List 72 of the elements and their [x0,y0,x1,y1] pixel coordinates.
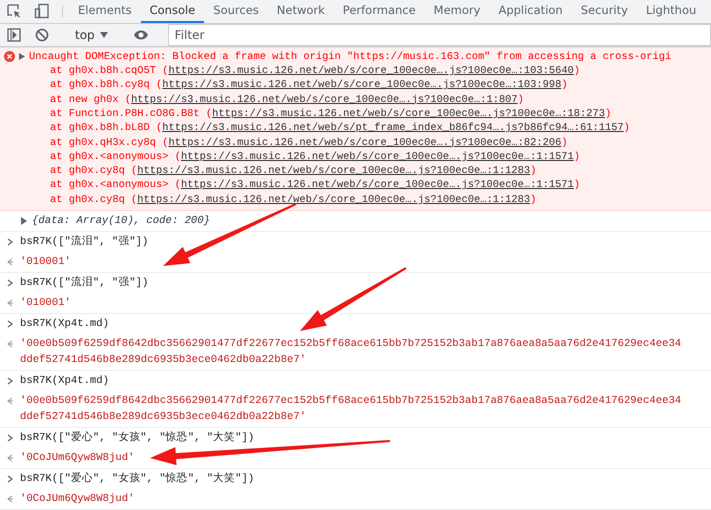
result-arrow-icon [6,453,14,463]
source-link[interactable]: https://s3.music.126.net/web/s/core_100ec0e….js?100ec0e…:82:206 [168,136,562,149]
object-preview-text: {data: Array(10), code: 200} [31,214,210,229]
stack-frame-text: ) [574,179,580,192]
stack-frame-text: at gh0x.b8h.cqO5T ( [50,65,168,78]
result-arrow-icon [6,396,14,406]
stack-frame-text: ) [561,136,568,149]
command-text: bsR7K(["流泪", "强"]) [20,275,148,291]
panel-tab[interactable]: Network [268,0,334,23]
prompt-chevron-icon [6,319,14,329]
stack-frame-text: ) [518,94,524,106]
source-link[interactable]: https://s3.music.126.net/web/s/core_100ec0e….js?100ec0e…:1:1571 [180,150,574,163]
stack-frame-text: ) [574,150,580,163]
caret-icon [100,32,108,38]
stack-frame-text: ) [624,122,630,134]
stack-frame-text: at gh0x.cy8q ( [50,194,138,206]
prompt-chevron-icon [6,376,14,386]
result-text: '00e0b509f6259df8642dbc35662901477df22677ec152b5ff68ace615bb7b725152b3ab17a876aea8a5aa76d2e417629ec4ee34 [20,394,682,409]
error-text: Uncaught DOMException: Blocked a frame with origin "https://music.163.com" from accessing a cross-origi [29,50,672,63]
result-text: '0CoJUm6Qyw8W8jud' [20,451,134,466]
command-text: bsR7K(Xp4t.md) [20,317,110,332]
stack-frame-text: at gh0x.cy8q ( [50,165,138,178]
panel-tab[interactable]: Sources [204,0,268,23]
command-text: bsR7K(["爱心", "女孩", "惊恐", "大笑"]) [20,471,254,487]
panel-tab[interactable]: Memory [424,0,490,23]
result-text: ddef52741d546b8e289dc6935b3ece0462db0a22b8e7' [20,353,308,368]
panel-tab[interactable]: Lighthou [636,0,706,23]
stack-frame-text: at Function.P8H.cO8G.B8t ( [50,108,212,120]
stack-frame-text: at gh0x.<anonymous> ( [50,179,181,192]
expand-triangle-icon[interactable] [19,53,25,60]
expand-triangle-icon[interactable] [20,217,28,225]
source-link[interactable]: https://s3.music.126.net/web/s/core_100ec0e….js?100ec0e…:1:807 [131,94,518,106]
stack-frame-text: at gh0x.<anonymous> ( [50,150,181,163]
panel-tab[interactable]: Security [572,0,637,23]
stack-frame-text: ) [530,165,536,178]
panel-tab[interactable]: Performance [334,0,425,23]
panel-tab[interactable]: Application [489,0,572,23]
panel-tab[interactable]: Elements [69,0,141,23]
result-text: '0CoJUm6Qyw8W8jud' [20,492,134,507]
stack-frame-text: ) [530,194,536,206]
result-text: ddef52741d546b8e289dc6935b3ece0462db0a22b8e7' [20,410,308,425]
stack-frame-text: at gh0x.b8h.cy8q ( [50,79,162,92]
result-text: '010001' [20,255,71,270]
result-arrow-icon [6,494,14,504]
source-link[interactable]: https://s3.music.126.net/web/s/core_100ec0e….js?100ec0e…:103:998 [162,79,562,92]
stack-frame-text: ) [561,79,568,92]
prompt-chevron-icon [6,474,14,484]
error-icon [4,51,15,62]
source-link[interactable]: https://s3.music.126.net/web/s/pt_frame_index_b86fc94….js?b86fc94…:61:1157 [162,122,624,134]
source-link[interactable]: https://s3.music.126.net/web/s/core_100ec0e….js?100ec0e…:103:5640 [168,65,574,78]
result-text: '00e0b509f6259df8642dbc35662901477df22677ec152b5ff68ace615bb7b725152b3ab17a876aea8a5aa76d2e417629ec4ee34 [20,337,682,352]
source-link[interactable]: https://s3.music.126.net/web/s/core_100ec0e….js?100ec0e…:1:1283 [137,165,530,178]
prompt-chevron-icon [6,433,14,443]
prompt-chevron-icon [6,237,14,247]
command-text: bsR7K(["爱心", "女孩", "惊恐", "大笑"]) [20,430,254,446]
stack-frame-text: at gh0x.qH3x.cy8q ( [50,136,168,149]
stack-frame-text: ) [574,65,580,78]
filter-field[interactable]: Filter [168,24,711,46]
command-text: bsR7K(Xp4t.md) [20,374,110,389]
stack-frame-text: ) [604,108,612,120]
command-text: bsR7K(["流泪", "强"]) [20,234,148,250]
prompt-chevron-icon [6,278,14,288]
stack-frame-text: at new gh0x ( [50,94,132,106]
context-dropdown[interactable]: top [69,28,114,42]
source-link[interactable]: https://s3.music.126.net/web/s/core_100ec0e….js?100ec0e…:1:1571 [180,179,574,192]
result-text: '010001' [20,296,71,311]
source-link[interactable]: https://s3.music.126.net/web/s/core_100ec0e….js?100ec0e…:1:1283 [137,194,530,206]
result-arrow-icon [6,339,14,349]
result-arrow-icon [6,298,14,308]
stack-frame-text: at gh0x.b8h.bL8D ( [50,122,162,134]
source-link[interactable]: https://s3.music.126.net/web/s/core_100ec0e….js?100ec0e…:18:273 [212,108,605,120]
result-arrow-icon [6,257,14,267]
